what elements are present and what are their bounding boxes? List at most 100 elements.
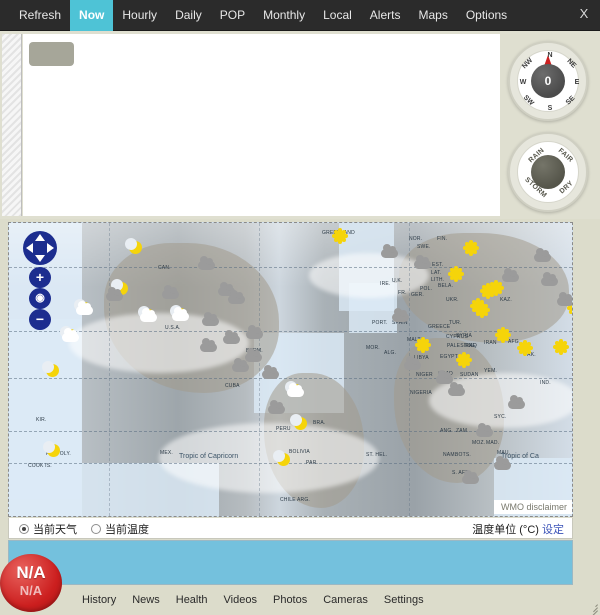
map-label: FIN.: [437, 236, 447, 242]
map-label: MOZ.: [472, 440, 485, 446]
current-conditions-panel: [8, 540, 573, 585]
map-attribution[interactable]: WMO disclaimer: [494, 500, 572, 514]
cloud-icon: [198, 256, 216, 272]
arrow-up-icon[interactable]: [35, 234, 45, 241]
radio-option-1[interactable]: 当前温度: [91, 521, 149, 537]
bottom-nav-item-videos[interactable]: Videos: [224, 594, 257, 606]
top-nav-item-alerts[interactable]: Alerts: [361, 0, 410, 31]
cloud-icon: [262, 365, 280, 381]
top-nav-item-hourly[interactable]: Hourly: [113, 0, 166, 31]
map-canvas[interactable]: Tropic of Capricorn Tropic of Ca CAN.U.S…: [9, 223, 572, 516]
bottom-nav-item-news[interactable]: News: [132, 594, 160, 606]
map-label: MOR.: [366, 345, 380, 351]
radio-button-icon[interactable]: [91, 524, 101, 534]
bottom-nav-item-settings[interactable]: Settings: [384, 594, 424, 606]
zoom-in-button[interactable]: +: [29, 267, 51, 288]
cloud-icon: [462, 470, 480, 486]
map-label: CHILE: [280, 497, 296, 503]
top-navigation-bar: RefreshNowHourlyDailyPOPMonthlyLocalAler…: [0, 0, 600, 31]
cloud-icon: [404, 356, 422, 372]
map-label: BRA.: [313, 420, 325, 426]
map-label: BELA.: [438, 283, 453, 289]
map-label: SUDAN: [460, 372, 479, 378]
forecast-panel: [23, 34, 500, 216]
map-label: NOR.: [409, 236, 422, 242]
top-nav-item-local[interactable]: Local: [314, 0, 361, 31]
bottom-nav-item-cameras[interactable]: Cameras: [323, 594, 368, 606]
bottom-nav-items: History News Health Videos Photos Cameras Sett…: [82, 585, 424, 615]
top-nav-item-maps[interactable]: Maps: [409, 0, 456, 31]
bottom-nav-item-history[interactable]: History: [82, 594, 116, 606]
radio-option-label: 当前温度: [105, 521, 149, 537]
map-label: PERU: [276, 426, 291, 432]
status-badge-secondary: N/A: [0, 583, 62, 598]
content-area: [0, 31, 600, 219]
cloud-icon: [448, 382, 466, 398]
globe-icon[interactable]: ◉: [29, 288, 51, 309]
map-label: PAR.: [306, 460, 318, 466]
map-label: GREECE: [428, 324, 450, 330]
map-label: ZAM.: [456, 428, 469, 434]
arrow-down-icon[interactable]: [35, 255, 45, 262]
compass-label-s: S: [543, 105, 557, 113]
moon-icon: [44, 363, 62, 379]
sun-icon: [473, 302, 491, 318]
map-label: KAZ.: [500, 297, 512, 303]
radio-button-icon[interactable]: [19, 524, 29, 534]
radio-option-label: 当前天气: [33, 521, 77, 537]
side-rail: [2, 34, 22, 216]
map-label: SYC.: [494, 414, 506, 420]
map-label: CAN.: [158, 265, 171, 271]
top-nav-item-pop[interactable]: POP: [211, 0, 254, 31]
cloud-icon: [414, 255, 432, 271]
radio-option-0[interactable]: 当前天气: [19, 521, 77, 537]
status-badge-primary: N/A: [0, 563, 62, 583]
arrow-right-icon[interactable]: [47, 243, 54, 253]
map-label: SWE.: [417, 244, 431, 250]
arrow-left-icon[interactable]: [26, 243, 33, 253]
cloud-icon: [502, 268, 520, 284]
weather-map[interactable]: Tropic of Capricorn Tropic of Ca CAN.U.S…: [8, 222, 573, 517]
top-nav-item-monthly[interactable]: Monthly: [254, 0, 314, 31]
resize-grip[interactable]: [587, 602, 598, 613]
cloud-band: [69, 313, 249, 373]
moon-icon: [292, 416, 310, 432]
bottom-nav-item-photos[interactable]: Photos: [273, 594, 307, 606]
cloud-icon: [200, 338, 218, 354]
top-nav-item-now[interactable]: Now: [70, 0, 113, 31]
map-label: MAD.: [486, 440, 499, 446]
moon-cloud-icon: [140, 308, 158, 324]
map-label: IRE.: [380, 281, 391, 287]
map-label: YEM.: [484, 368, 497, 374]
cloud-icon: [228, 290, 246, 306]
tropic-capricorn-label: Tropic of Capricorn: [179, 453, 238, 460]
map-label: ARG.: [297, 497, 310, 503]
compass-value: 0: [531, 64, 565, 98]
top-nav-item-options[interactable]: Options: [457, 0, 516, 31]
moon-cloud-icon: [287, 383, 305, 399]
cloud-icon: [232, 358, 250, 374]
sun-icon: [516, 340, 534, 356]
bottom-nav-item-health[interactable]: Health: [176, 594, 208, 606]
map-label: IRAQ: [464, 343, 477, 349]
map-pan-pad[interactable]: [23, 231, 57, 265]
cloud-icon: [557, 292, 573, 308]
sun-icon: [552, 339, 570, 355]
sun-icon: [455, 352, 473, 368]
map-label: GER.: [411, 292, 424, 298]
close-icon[interactable]: X: [576, 6, 592, 22]
map-label: U.S.A.: [165, 325, 181, 331]
cloud-icon: [381, 244, 399, 260]
zoom-out-button[interactable]: −: [29, 309, 51, 330]
top-nav-item-refresh[interactable]: Refresh: [10, 0, 70, 31]
map-navigation-control[interactable]: + ◉ −: [23, 231, 57, 331]
map-label: IND.: [540, 380, 551, 386]
compass-label-e: E: [570, 79, 584, 87]
map-label: COOK IS.: [28, 463, 52, 469]
status-badge[interactable]: N/A N/A: [0, 554, 62, 612]
temperature-unit-area: 温度单位 (°C) 设定: [472, 521, 564, 537]
latitude-line: [9, 331, 572, 332]
top-nav-item-daily[interactable]: Daily: [166, 0, 211, 31]
map-label: KIR.: [36, 417, 47, 423]
unit-settings-link[interactable]: 设定: [542, 524, 564, 536]
